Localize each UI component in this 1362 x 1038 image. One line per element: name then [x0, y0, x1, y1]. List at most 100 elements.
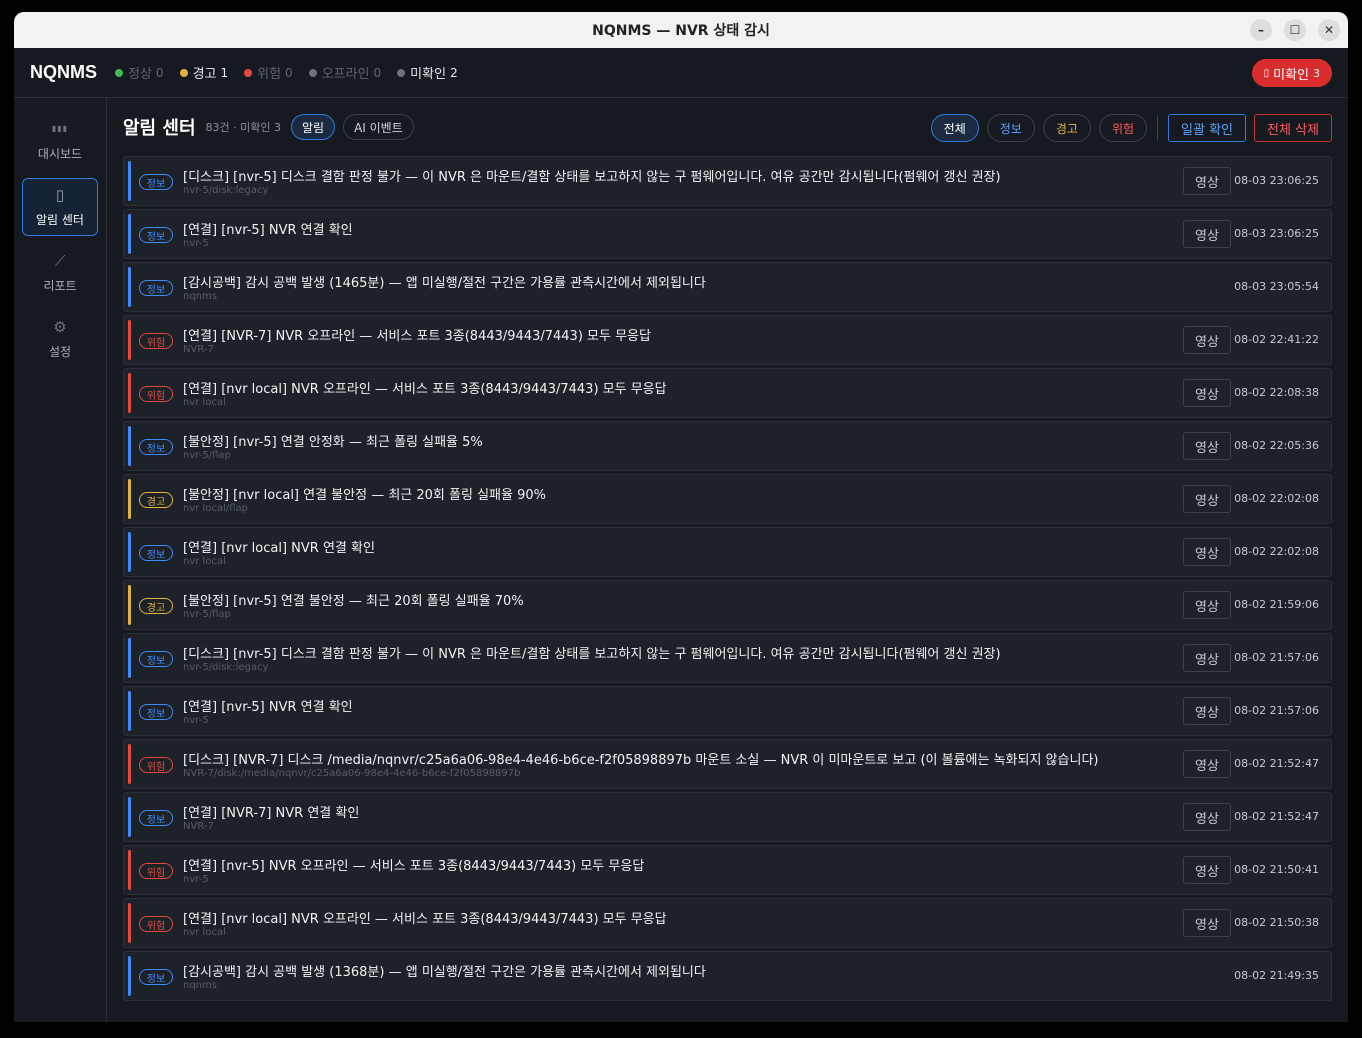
- alert-time: 08-02 21:50:38: [1234, 916, 1319, 929]
- severity-bar: [128, 373, 131, 413]
- severity-bar: [128, 161, 131, 201]
- close-icon[interactable]: ✕: [1318, 19, 1340, 41]
- filter-pill[interactable]: 위험: [1098, 114, 1148, 142]
- main-content: 알림 센터 83건 · 미확인 3 알림 AI 이벤트 전체 정보 경고 위험 일괄 …: [107, 98, 1348, 1022]
- severity-badge: 정보: [139, 545, 173, 561]
- alert-message: [연결] [nvr local] NVR 오프라인 — 서비스 포트 3종(84…: [183, 382, 667, 397]
- line-chart-icon: ⟋: [54, 251, 66, 270]
- page-header: 알림 센터 83건 · 미확인 3 알림 AI 이벤트 전체 정보 경고 위험 일괄 …: [123, 98, 1332, 156]
- status-label: 미확인: [410, 67, 447, 82]
- video-button[interactable]: 영상: [1183, 326, 1231, 354]
- delete-all-button[interactable]: 전체 삭제: [1254, 114, 1332, 142]
- video-button[interactable]: 영상: [1183, 909, 1231, 937]
- video-button[interactable]: 영상: [1183, 167, 1231, 195]
- app-window: NQNMS — NVR 상태 감시 – ☐ ✕ NQNMS 정상 0 경고 1 위험 0 오…: [14, 12, 1348, 1022]
- unacknowledged-button[interactable]: ▯ 미확인 3: [1251, 59, 1332, 87]
- video-button[interactable]: 영상: [1183, 644, 1231, 672]
- window-title: NQNMS — NVR 상태 감시: [592, 23, 770, 39]
- alert-source: nvr local: [183, 397, 226, 408]
- severity-bar: [128, 956, 131, 996]
- alert-row[interactable]: 정보 [연결] [nvr-5] NVR 연결 확인 nvr-5 영상 08-02 21:…: [123, 686, 1332, 736]
- ack-all-button[interactable]: 일괄 확인: [1168, 114, 1247, 142]
- sidebar-item[interactable]: ⟋ 리포트: [22, 244, 98, 302]
- alert-row[interactable]: 위험 [연결] [NVR-7] NVR 오프라인 — 서비스 포트 3종(8443…: [123, 315, 1332, 365]
- severity-bar: [128, 585, 131, 625]
- alert-row[interactable]: 경고 [불안정] [nvr-5] 연결 불안정 — 최근 20회 폴링 실패율 7…: [123, 580, 1332, 630]
- status-label: 오프라인: [321, 67, 370, 82]
- alert-time: 08-02 22:02:08: [1234, 492, 1319, 505]
- minimize-icon[interactable]: –: [1250, 19, 1272, 41]
- sidebar-item[interactable]: ▯ 알림 센터: [22, 178, 98, 236]
- status-item: 위험 0: [244, 63, 293, 82]
- alert-source: nvr-5: [183, 715, 209, 726]
- severity-bar: [128, 426, 131, 466]
- video-button[interactable]: 영상: [1183, 379, 1231, 407]
- title-bar: NQNMS — NVR 상태 감시 – ☐ ✕: [14, 12, 1348, 48]
- status-count: 0: [155, 65, 164, 80]
- tab-alerts[interactable]: 알림: [290, 114, 336, 140]
- alert-time: 08-02 21:49:35: [1234, 969, 1319, 982]
- status-item: 미확인 2: [397, 63, 458, 82]
- sidebar-item[interactable]: ▮▮▮ 대시보드: [22, 112, 98, 170]
- alert-row[interactable]: 정보 [연결] [NVR-7] NVR 연결 확인 NVR-7 영상 08-02 21:…: [123, 792, 1332, 842]
- alert-row[interactable]: 위험 [디스크] [NVR-7] 디스크 /media/nqnvr/c25a6a0…: [123, 739, 1332, 789]
- alert-row[interactable]: 정보 [연결] [nvr local] NVR 연결 확인 nvr local 영상 0…: [123, 527, 1332, 577]
- alert-row[interactable]: 경고 [불안정] [nvr local] 연결 불안정 — 최근 20회 폴링 실…: [123, 474, 1332, 524]
- alert-message: [감시공백] 감시 공백 발생 (1465분) — 앱 미실행/절전 구간은 가…: [183, 276, 706, 291]
- video-button[interactable]: 영상: [1183, 856, 1231, 884]
- severity-bar: [128, 479, 131, 519]
- video-button[interactable]: 영상: [1183, 220, 1231, 248]
- alert-row[interactable]: 위험 [연결] [nvr local] NVR 오프라인 — 서비스 포트 3종(…: [123, 368, 1332, 418]
- video-button[interactable]: 영상: [1183, 432, 1231, 460]
- sidebar-item-label: 리포트: [43, 278, 77, 293]
- status-dot-icon: [179, 68, 188, 77]
- filter-bar: 전체 정보 경고 위험 일괄 확인 전체 삭제: [923, 114, 1332, 142]
- alert-list: 정보 [디스크] [nvr-5] 디스크 결함 판정 불가 — 이 NVR 은 마…: [123, 156, 1332, 1004]
- alert-row[interactable]: 정보 [연결] [nvr-5] NVR 연결 확인 nvr-5 영상 08-03 23:…: [123, 209, 1332, 259]
- sidebar-item-label: 설정: [48, 344, 72, 359]
- alert-row[interactable]: 정보 [디스크] [nvr-5] 디스크 결함 판정 불가 — 이 NVR 은 마…: [123, 156, 1332, 206]
- alert-row[interactable]: 정보 [디스크] [nvr-5] 디스크 결함 판정 불가 — 이 NVR 은 마…: [123, 633, 1332, 683]
- alert-row[interactable]: 정보 [불안정] [nvr-5] 연결 안정화 — 최근 폴링 실패율 5% nvr…: [123, 421, 1332, 471]
- alert-source: nqnms: [183, 980, 217, 991]
- severity-badge: 위험: [139, 757, 173, 773]
- filter-pill[interactable]: 전체: [930, 114, 979, 142]
- sidebar-item-label: 알림 센터: [36, 212, 84, 227]
- video-button[interactable]: 영상: [1183, 538, 1231, 566]
- severity-badge: 정보: [139, 810, 173, 826]
- severity-badge: 위험: [139, 386, 173, 402]
- brand-logo: NQNMS: [30, 62, 97, 82]
- video-button[interactable]: 영상: [1183, 750, 1231, 778]
- severity-bar: [128, 850, 131, 890]
- severity-badge: 정보: [139, 174, 173, 190]
- sidebar-item[interactable]: ⚙ 설정: [22, 310, 98, 368]
- tab-ai-events[interactable]: AI 이벤트: [343, 114, 414, 140]
- severity-badge: 정보: [139, 704, 173, 720]
- alert-source: NVR-7: [183, 344, 214, 355]
- severity-badge: 위험: [139, 333, 173, 349]
- severity-bar: [128, 267, 131, 307]
- alert-row[interactable]: 정보 [감시공백] 감시 공백 발생 (1368분) — 앱 미실행/절전 구간은…: [123, 951, 1332, 1001]
- alert-source: NVR-7/disk:/media/nqnvr/c25a6a06-98e4-4e…: [183, 768, 521, 779]
- video-button[interactable]: 영상: [1183, 697, 1231, 725]
- severity-badge: 정보: [139, 969, 173, 985]
- maximize-icon[interactable]: ☐: [1284, 19, 1306, 41]
- alert-row[interactable]: 위험 [연결] [nvr local] NVR 오프라인 — 서비스 포트 3종(…: [123, 898, 1332, 948]
- alert-row[interactable]: 정보 [감시공백] 감시 공백 발생 (1465분) — 앱 미실행/절전 구간은…: [123, 262, 1332, 312]
- status-dot-icon: [244, 68, 253, 77]
- severity-bar: [128, 214, 131, 254]
- alert-message: [디스크] [NVR-7] 디스크 /media/nqnvr/c25a6a06-…: [183, 753, 1099, 768]
- alert-message: [디스크] [nvr-5] 디스크 결함 판정 불가 — 이 NVR 은 마운트…: [183, 170, 1001, 185]
- video-button[interactable]: 영상: [1183, 485, 1231, 513]
- alert-source: nvr-5: [183, 238, 209, 249]
- alert-row[interactable]: 위험 [연결] [nvr-5] NVR 오프라인 — 서비스 포트 3종(8443…: [123, 845, 1332, 895]
- bell-icon: ▯: [55, 185, 65, 204]
- severity-bar: [128, 903, 131, 943]
- video-button[interactable]: 영상: [1183, 803, 1231, 831]
- status-count: 1: [220, 65, 229, 80]
- filter-pill[interactable]: 경고: [1042, 114, 1091, 142]
- video-button[interactable]: 영상: [1183, 591, 1231, 619]
- alert-source: nqnms: [183, 291, 217, 302]
- alert-source: nvr local: [183, 927, 226, 938]
- filter-pill[interactable]: 정보: [986, 114, 1035, 142]
